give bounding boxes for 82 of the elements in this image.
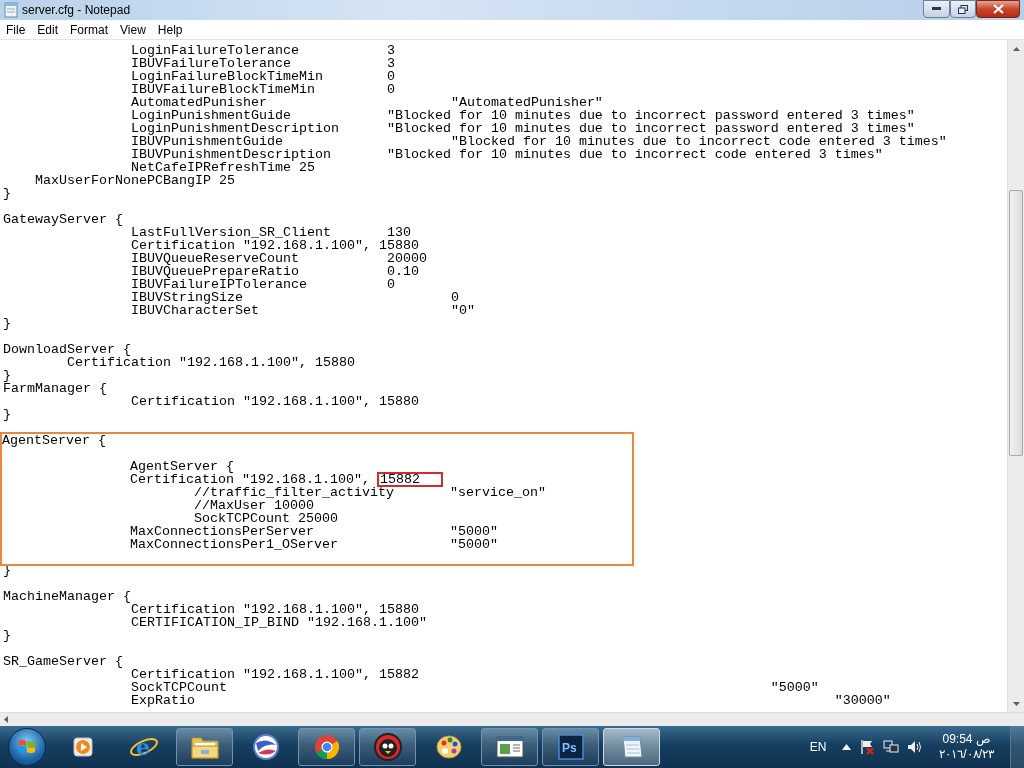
code-line: SockTCPCount "5000" (131, 680, 819, 695)
code-line: } (3, 407, 11, 422)
media-player-icon (70, 735, 95, 759)
menu-item[interactable]: View (114, 18, 152, 41)
scrollbar-thumb[interactable] (1009, 190, 1023, 456)
bird-icon (372, 732, 403, 762)
code-line: LoginPunishmentGuide "Blocked for 10 minutes due to incorrect password entered 3 times" (131, 108, 915, 123)
code-line: //traffic_filter_activity "service_on" (193, 485, 546, 500)
minimize-button[interactable] (923, 0, 950, 18)
minimize-icon (932, 7, 941, 11)
scroll-down-icon[interactable] (1012, 701, 1020, 706)
code-line: MaxConnectionsPerServer "5000" (130, 524, 498, 539)
highlighted-value: 15882 (377, 473, 442, 486)
code-line: Certification "192.168.1.100", 15882 (131, 667, 419, 682)
code-line: IBUVFailureIPTolerance 0 (131, 277, 395, 292)
taskbar-button[interactable] (298, 728, 355, 766)
code-line: IBUVQueueReserveCount 20000 (131, 251, 427, 266)
horizontal-scrollbar[interactable] (0, 712, 1024, 726)
close-icon (992, 4, 1004, 14)
start-button[interactable] (8, 728, 46, 766)
taskbar-button[interactable] (481, 728, 538, 766)
code-line: SockTCPCount 25000 (193, 511, 338, 526)
globe-icon (251, 733, 280, 761)
code-line: Certification "192.168.1.100", 15880 (131, 238, 419, 253)
code-line: IBUVStringSize 0 (131, 290, 459, 305)
chrome-icon (312, 733, 341, 761)
code-line: MachineManager { (3, 589, 131, 604)
code-line: MaxConnectionsPer1_OServer "5000" (130, 537, 498, 552)
speaker-icon[interactable] (907, 739, 924, 755)
code-line: IBUVQueuePrepareRatio 0.10 (131, 264, 419, 279)
window-icon (494, 734, 525, 760)
code-line: SR_GameServer { (3, 654, 123, 669)
code-line: MaxUserForNonePCBangIP 25 (35, 173, 235, 188)
code-line: Certification "192.168.1.100", 15880 (131, 394, 419, 409)
scroll-up-icon[interactable] (1012, 46, 1020, 51)
code-line: LoginFailureBlockTimeMin 0 (131, 69, 395, 84)
code-line: } (3, 368, 11, 383)
code-line: Certification "192.168.1.100", (130, 472, 371, 487)
code-line: AgentServer { (2, 433, 106, 448)
show-hidden-icons-icon[interactable] (842, 744, 852, 750)
ps-icon: Ps (557, 734, 584, 760)
code-line: IBUVFailureBlockTimeMin 0 (131, 82, 395, 97)
vertical-scrollbar[interactable] (1007, 40, 1024, 712)
window-title: server.cfg - Notepad (22, 2, 131, 19)
code-line: AutomatedPunisher "AutomatedPunisher" (131, 95, 603, 110)
scroll-left-icon[interactable] (4, 716, 8, 723)
code-line: IBUVPunishmentGuide "Blocked for 10 minutes due to incorrect code entered 3 times" (131, 134, 947, 149)
code-line: Certification "192.168.1.100", 15880 (131, 602, 419, 617)
network-icon[interactable] (883, 739, 900, 755)
maximize-button[interactable] (950, 0, 976, 18)
clock[interactable]: 09:54 ص ٢٠١٦/٠٨/٢٣ (939, 732, 994, 762)
code-line: //MaxUser 10000 (193, 498, 314, 513)
menu-item[interactable]: Help (151, 18, 189, 41)
code-line: IBUVCharacterSet "0" (131, 303, 475, 318)
code-line: AgentServer { (130, 459, 234, 474)
flag-icon[interactable] (859, 739, 876, 755)
code-line: NetCafeIPRefreshTime 25 (131, 160, 315, 175)
code-line: } (3, 316, 11, 331)
code-line: LoginPunishmentDescription "Blocked for 10 minutes due to incorrect password entered 3 times" (131, 121, 915, 136)
language-indicator[interactable]: EN (809, 738, 827, 756)
menu-item[interactable]: Format (64, 18, 115, 41)
palette-icon (434, 733, 463, 761)
menu-item[interactable]: File (0, 18, 32, 41)
notepad-icon (4, 2, 18, 18)
code-line: IBUVPunishmentDescription "Blocked for 10 minutes due to incorrect code entered 3 times" (131, 147, 883, 162)
code-line: Certification "192.168.1.100", 15880 (67, 355, 355, 370)
restore-icon (958, 4, 968, 14)
code-line: } (3, 186, 11, 201)
code-line: CERTIFICATION_IP_BIND "192.168.1.100" (131, 615, 427, 630)
code-line: IBUVFailureTolerance 3 (131, 56, 395, 71)
taskbar-button[interactable] (176, 728, 233, 766)
taskbar-button[interactable]: Ps (542, 728, 599, 766)
code-line: LoginFailureTolerance 3 (131, 43, 395, 58)
code-line: DownloadServer { (3, 342, 131, 357)
code-line: ExpRatio "30000" (131, 693, 891, 708)
code-line: LastFullVersion_SR_Client 130 (131, 225, 411, 240)
code-line: FarmManager { (3, 381, 107, 396)
code-line: GatewayServer { (3, 212, 123, 227)
menu-item[interactable]: Edit (31, 18, 65, 41)
close-button[interactable] (976, 0, 1020, 18)
code-line: } (3, 628, 11, 643)
folder-icon (189, 734, 220, 760)
